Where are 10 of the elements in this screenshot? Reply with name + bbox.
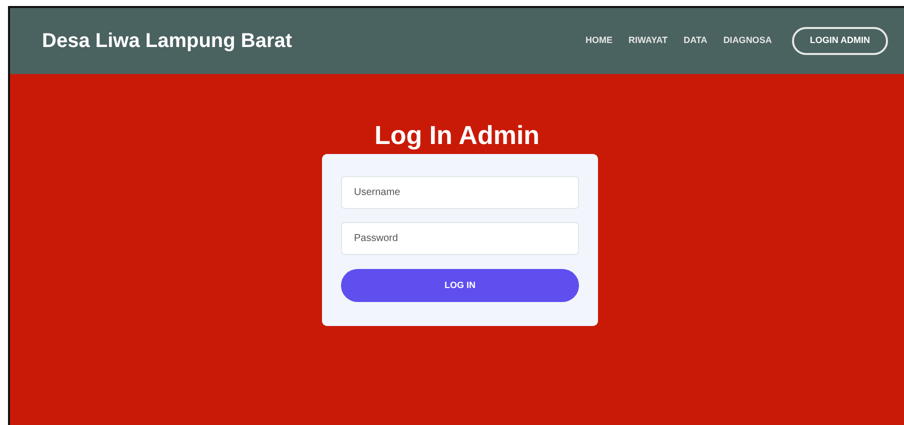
password-field[interactable]: Password xyxy=(341,222,579,255)
site-title[interactable]: Desa Liwa Lampung Barat xyxy=(42,26,292,56)
nav-link[interactable]: RIWAYAT xyxy=(628,34,668,48)
nav-link[interactable]: HOME xyxy=(585,34,612,48)
nav-link[interactable]: DATA xyxy=(684,34,708,48)
login-admin-button[interactable]: LOGIN ADMIN xyxy=(792,27,888,55)
username-field[interactable]: Username xyxy=(341,176,579,209)
nav-link[interactable]: DIAGNOSA xyxy=(723,34,772,48)
page-heading: Log In Admin xyxy=(374,122,540,148)
login-button[interactable]: LOG IN xyxy=(341,269,579,302)
